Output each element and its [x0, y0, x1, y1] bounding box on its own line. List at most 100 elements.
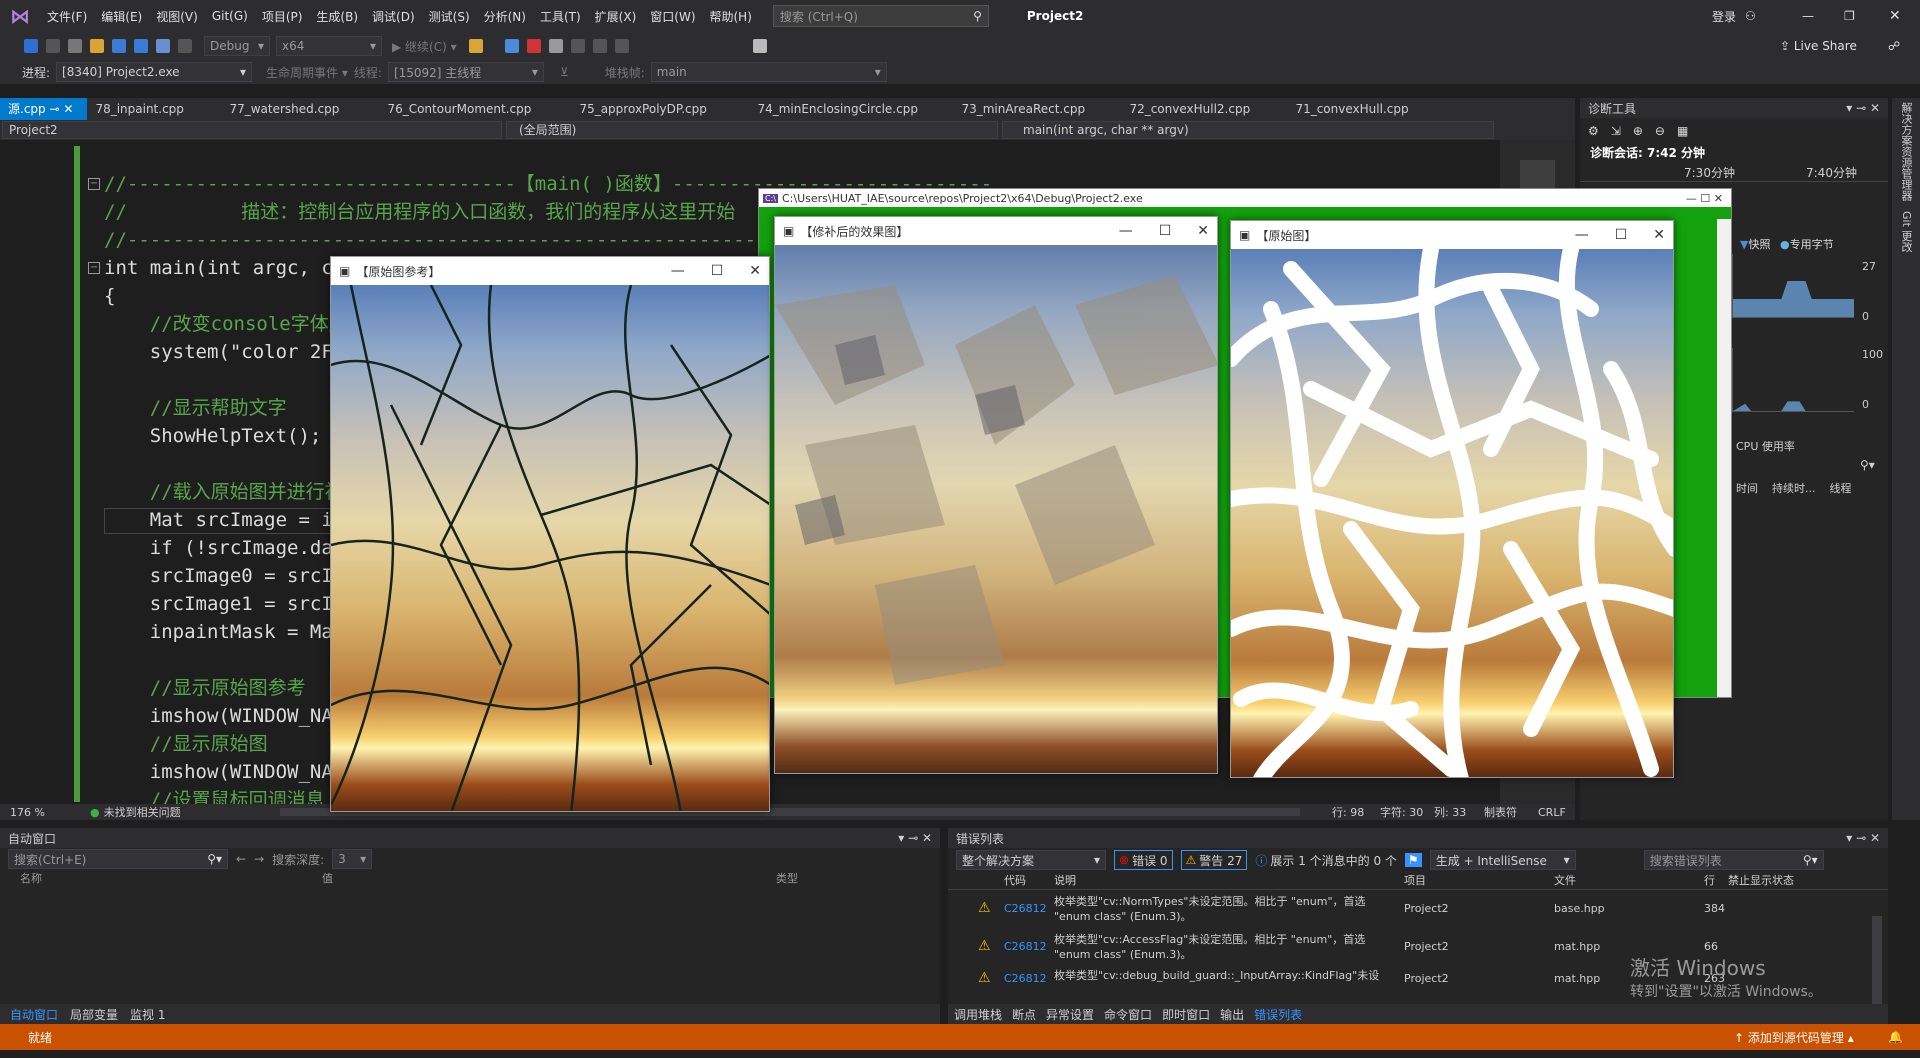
column-value[interactable]: 值 [322, 870, 333, 886]
search-input[interactable]: 搜索 (Ctrl+Q) ⚲ [772, 5, 989, 27]
menu-build[interactable]: 生成(B) [309, 8, 365, 25]
member-dropdown[interactable]: main(int argc, char ** argv) [1002, 121, 1494, 139]
source-control-button[interactable]: ↑ 添加到源代码管理 ▴ [1734, 1029, 1854, 1046]
warning-code[interactable]: C26812 [1004, 940, 1047, 953]
step-out-icon[interactable] [614, 39, 629, 53]
close-icon[interactable]: ▾ ⊸ ✕ [1846, 101, 1880, 115]
bookmark-icon[interactable] [752, 39, 767, 53]
tab-error-list[interactable]: 错误列表 [1254, 1006, 1302, 1023]
forward-icon[interactable] [46, 39, 60, 53]
window-controls[interactable]: — ☐ ✕ [1686, 192, 1723, 205]
menu-debug[interactable]: 调试(D) [365, 8, 422, 25]
tab-immediate-window[interactable]: 即时窗口 [1162, 1006, 1210, 1023]
cpu-usage-tab[interactable]: CPU 使用率 [1736, 438, 1795, 454]
stop-icon[interactable] [526, 39, 541, 53]
tab-convex-hull[interactable]: 71_convexHull.cpp [1287, 98, 1422, 120]
zoom-out-icon[interactable]: ⊖ [1655, 124, 1665, 138]
tab-output[interactable]: 输出 [1220, 1006, 1244, 1023]
back-arrow-icon[interactable]: ← [236, 852, 246, 866]
depth-select[interactable]: 3 ▾ [332, 849, 373, 869]
zoom-in-icon[interactable]: ⊕ [1633, 124, 1643, 138]
menu-help[interactable]: 帮助(H) [703, 8, 759, 25]
column-header[interactable]: 持续时... [1772, 480, 1816, 496]
thread-select[interactable]: [15092] 主线程 ▾ [387, 62, 544, 82]
tabs-mode[interactable]: 制表符 [1484, 804, 1517, 820]
close-icon[interactable]: ▾ ⊸ ✕ [898, 831, 932, 845]
filter-icon[interactable]: ⊻ [560, 65, 569, 79]
build-filter-select[interactable]: 生成 + IntelliSense ▾ [1429, 850, 1576, 870]
tab-watershed[interactable]: 77_watershed.cpp [221, 98, 379, 120]
column-project[interactable]: 项目 [1404, 872, 1426, 888]
minimize-button[interactable]: — [1802, 9, 1814, 23]
warning-code[interactable]: C26812 [1004, 972, 1047, 984]
step-into-icon[interactable] [570, 39, 585, 53]
new-project-icon[interactable] [68, 39, 82, 53]
issues-status[interactable]: 未找到相关问题 [104, 804, 181, 820]
tab-locals[interactable]: 局部变量 [70, 1006, 118, 1023]
messages-filter-button[interactable]: ⓘ 展示 1 个消息中的 0 个 [1255, 852, 1397, 869]
reset-zoom-icon[interactable]: ▦ [1677, 124, 1688, 138]
zoom-level[interactable]: 176 % [10, 806, 70, 819]
scope-dropdown[interactable]: (全局范围) [506, 121, 998, 139]
feedback-icon[interactable]: ☍ [1888, 39, 1900, 53]
step-over-icon[interactable] [592, 39, 607, 53]
diag-search-icon[interactable]: ⚲▾ [1860, 458, 1875, 472]
platform-select[interactable]: x64 ▾ [276, 36, 382, 56]
tab-approx-polydp[interactable]: 75_approxPolyDP.cpp [571, 98, 749, 120]
project-dropdown[interactable]: Project2 [2, 121, 502, 139]
close-icon[interactable]: ✕ [63, 102, 73, 116]
forward-arrow-icon[interactable]: → [254, 852, 264, 866]
warnings-filter-button[interactable]: ⚠ 警告 27 [1180, 850, 1248, 870]
errors-filter-button[interactable]: ⊗ 错误 0 [1114, 850, 1173, 870]
error-scrollbar[interactable] [1872, 916, 1882, 1006]
pause-icon[interactable] [504, 39, 519, 53]
vs-logo-icon[interactable]: ⋈ [0, 0, 40, 32]
column-code[interactable]: 代码 [1004, 872, 1026, 888]
close-icon[interactable]: ▾ ⊸ ✕ [1846, 831, 1880, 845]
tab-contour-moment[interactable]: 76_ContourMoment.cpp [379, 98, 571, 120]
tab-min-area-rect[interactable]: 73_minAreaRect.cpp [953, 98, 1121, 120]
live-share-button[interactable]: ⇪ Live Share [1780, 39, 1857, 53]
git-changes-tab[interactable]: Git 更改 [1898, 211, 1914, 252]
menu-window[interactable]: 窗口(W) [643, 8, 702, 25]
save-all-icon[interactable] [134, 39, 148, 53]
continue-button[interactable]: ▶ 继续(C) ▾ [392, 38, 457, 55]
notification-icon[interactable]: 🔔 [1888, 1030, 1903, 1044]
tab-exception-settings[interactable]: 异常设置 [1046, 1006, 1094, 1023]
window-controls[interactable]: — ☐ ✕ [1575, 221, 1665, 249]
tab-call-stack[interactable]: 调用堆栈 [954, 1006, 1002, 1023]
undo-icon[interactable] [156, 39, 170, 53]
tab-convex-hull2[interactable]: 72_convexHull2.cpp [1121, 98, 1287, 120]
menu-file[interactable]: 文件(F) [40, 8, 94, 25]
menu-view[interactable]: 视图(V) [149, 8, 205, 25]
config-select[interactable]: Debug ▾ [204, 36, 270, 56]
close-button[interactable]: ✕ [1889, 8, 1901, 24]
error-search-input[interactable]: 搜索错误列表 ⚲▾ [1643, 850, 1824, 870]
column-header[interactable]: 线程 [1830, 480, 1852, 496]
redo-icon[interactable] [178, 39, 192, 53]
hot-reload-icon[interactable] [468, 39, 483, 53]
timeline-ruler[interactable]: 7:30分钟 7:40分钟 [1580, 162, 1888, 182]
maximize-button[interactable]: ❐ [1844, 9, 1855, 23]
column-name[interactable]: 名称 [20, 870, 42, 886]
autos-search-input[interactable]: 搜索(Ctrl+E) ⚲▾ [8, 849, 228, 869]
open-icon[interactable] [90, 39, 104, 53]
fold-marker-icon[interactable]: − [88, 262, 100, 274]
account-icon[interactable]: ⚇ [1745, 9, 1756, 23]
menu-extensions[interactable]: 扩展(X) [588, 8, 644, 25]
column-description[interactable]: 说明 [1054, 872, 1076, 888]
eol-mode[interactable]: CRLF [1538, 806, 1566, 819]
memory-chart[interactable] [1732, 254, 1854, 318]
warning-code[interactable]: C26812 [1004, 902, 1047, 915]
console-scrollbar[interactable] [1717, 219, 1731, 697]
tab-autos[interactable]: 自动窗口 [10, 1006, 58, 1023]
tab-min-enclosing-circle[interactable]: 74_minEnclosingCircle.cpp [749, 98, 953, 120]
column-suppression[interactable]: 禁止显示状态 [1728, 872, 1794, 888]
original-image-window[interactable]: ▣ 【原始图】 — ☐ ✕ [1230, 220, 1674, 778]
repaired-image-window[interactable]: ▣ 【修补后的效果图】 — ☐ ✕ [774, 216, 1218, 774]
menu-project[interactable]: 项目(P) [255, 8, 310, 25]
table-row[interactable]: ⚠ C26812 枚举类型"cv::NormTypes"未设定范围。相比于 "e… [948, 890, 1888, 928]
menu-edit[interactable]: 编辑(E) [94, 8, 149, 25]
login-link[interactable]: 登录 [1712, 8, 1736, 25]
column-header[interactable]: 时间 [1736, 480, 1758, 496]
